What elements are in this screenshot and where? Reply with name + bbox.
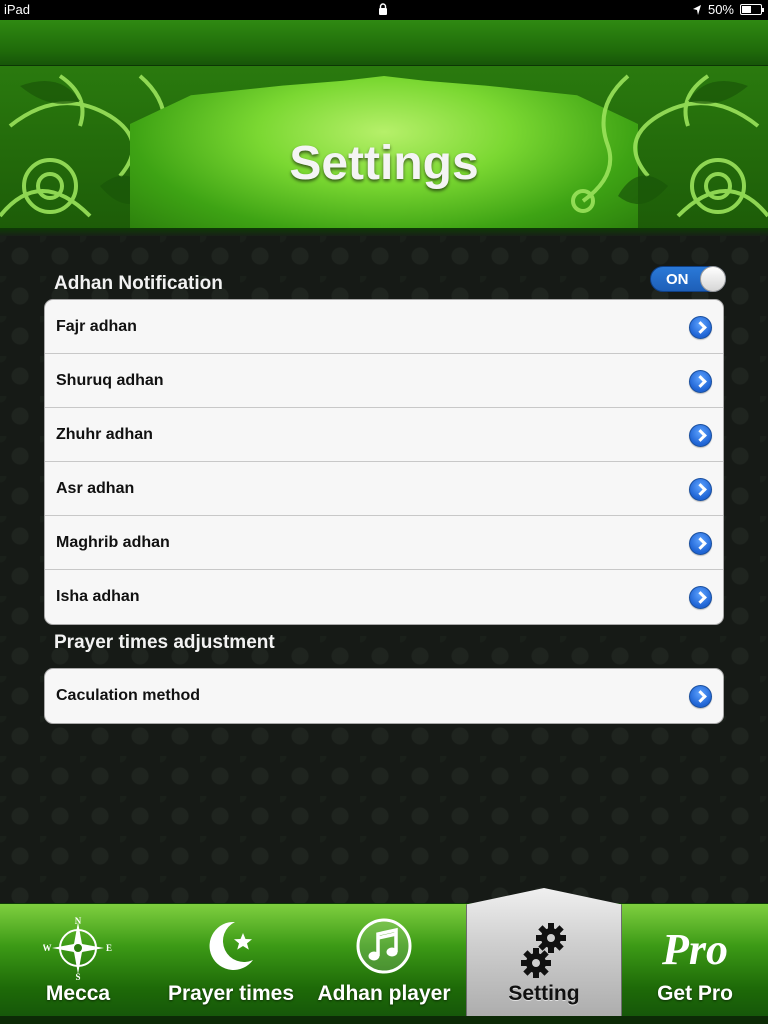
nav-bar xyxy=(0,20,768,66)
disclosure-arrow-icon[interactable] xyxy=(689,586,712,609)
adhan-list: Fajr adhan Shuruq adhan Zhuhr adhan Asr … xyxy=(44,299,724,625)
gears-icon xyxy=(521,923,566,978)
battery-icon xyxy=(740,4,764,15)
lock-icon xyxy=(379,3,387,15)
compass-s-label: S xyxy=(75,972,80,980)
tab-label: Get Pro xyxy=(657,982,733,1005)
list-item-isha[interactable]: Isha adhan xyxy=(45,570,723,624)
list-item-maghrib[interactable]: Maghrib adhan xyxy=(45,516,723,570)
list-item-label: Fajr adhan xyxy=(56,317,137,335)
section-header-adhan-notification: Adhan Notification xyxy=(54,273,223,294)
list-item-label: Zhuhr adhan xyxy=(56,425,153,443)
banner-edge xyxy=(0,228,768,236)
disclosure-arrow-icon[interactable] xyxy=(689,478,712,501)
list-item-calculation-method[interactable]: Caculation method xyxy=(45,669,723,723)
toggle-knob[interactable] xyxy=(700,266,726,292)
list-item-label: Shuruq adhan xyxy=(56,371,164,389)
prayer-adjustment-list: Caculation method xyxy=(44,668,724,724)
list-item-fajr[interactable]: Fajr adhan xyxy=(45,300,723,354)
battery-percent: 50% xyxy=(707,2,734,17)
tab-label: Mecca xyxy=(45,982,111,1005)
section-header-prayer-adjustment: Prayer times adjustment xyxy=(54,632,275,653)
list-item-label: Caculation method xyxy=(56,687,201,704)
disclosure-arrow-icon[interactable] xyxy=(689,370,712,393)
list-item-label: Asr adhan xyxy=(56,479,135,497)
location-arrow-icon xyxy=(692,4,701,15)
disclosure-arrow-icon[interactable] xyxy=(689,532,712,555)
pro-logo-text: Pro xyxy=(661,925,728,974)
compass-icon: N S W E xyxy=(43,916,112,980)
tab-setting[interactable]: Setting xyxy=(466,888,622,1024)
device-name: iPad xyxy=(4,2,31,17)
disclosure-arrow-icon[interactable] xyxy=(689,424,712,447)
tab-bar: N S W E Mecca Prayer times Adhan player xyxy=(0,888,768,1024)
tab-bar-bottom-edge xyxy=(0,1016,768,1024)
disclosure-arrow-icon[interactable] xyxy=(689,685,712,708)
adhan-notification-toggle[interactable]: ON xyxy=(650,266,726,292)
pro-logo-icon: Pro xyxy=(661,925,728,974)
tab-label: Setting xyxy=(508,982,580,1005)
compass-e-label: E xyxy=(106,943,112,953)
list-item-asr[interactable]: Asr adhan xyxy=(45,462,723,516)
compass-w-label: W xyxy=(43,943,52,953)
tab-mecca[interactable]: N S W E Mecca xyxy=(0,904,156,1024)
tab-adhan-player[interactable]: Adhan player xyxy=(306,904,462,1024)
status-bar: iPad 50% xyxy=(0,0,768,20)
settings-content: Adhan Notification ON Fajr adhan Shuruq … xyxy=(0,236,768,903)
list-item-label: Maghrib adhan xyxy=(56,533,170,551)
list-item-zhuhr[interactable]: Zhuhr adhan xyxy=(45,408,723,462)
list-item-label: Isha adhan xyxy=(56,588,140,605)
list-item-shuruq[interactable]: Shuruq adhan xyxy=(45,354,723,408)
disclosure-arrow-icon[interactable] xyxy=(689,316,712,339)
compass-n-label: N xyxy=(75,916,82,926)
status-right: 50% xyxy=(692,2,764,17)
tab-get-pro[interactable]: Pro Get Pro xyxy=(622,904,768,1024)
crescent-star-icon xyxy=(209,921,253,970)
music-note-icon xyxy=(356,918,412,974)
header-banner: Settings xyxy=(0,66,768,230)
tab-label: Prayer times xyxy=(167,982,295,1005)
toggle-label: ON xyxy=(666,271,689,288)
tab-prayer-times[interactable]: Prayer times xyxy=(156,904,306,1024)
page-title: Settings xyxy=(289,137,479,190)
tab-label: Adhan player xyxy=(317,982,451,1005)
